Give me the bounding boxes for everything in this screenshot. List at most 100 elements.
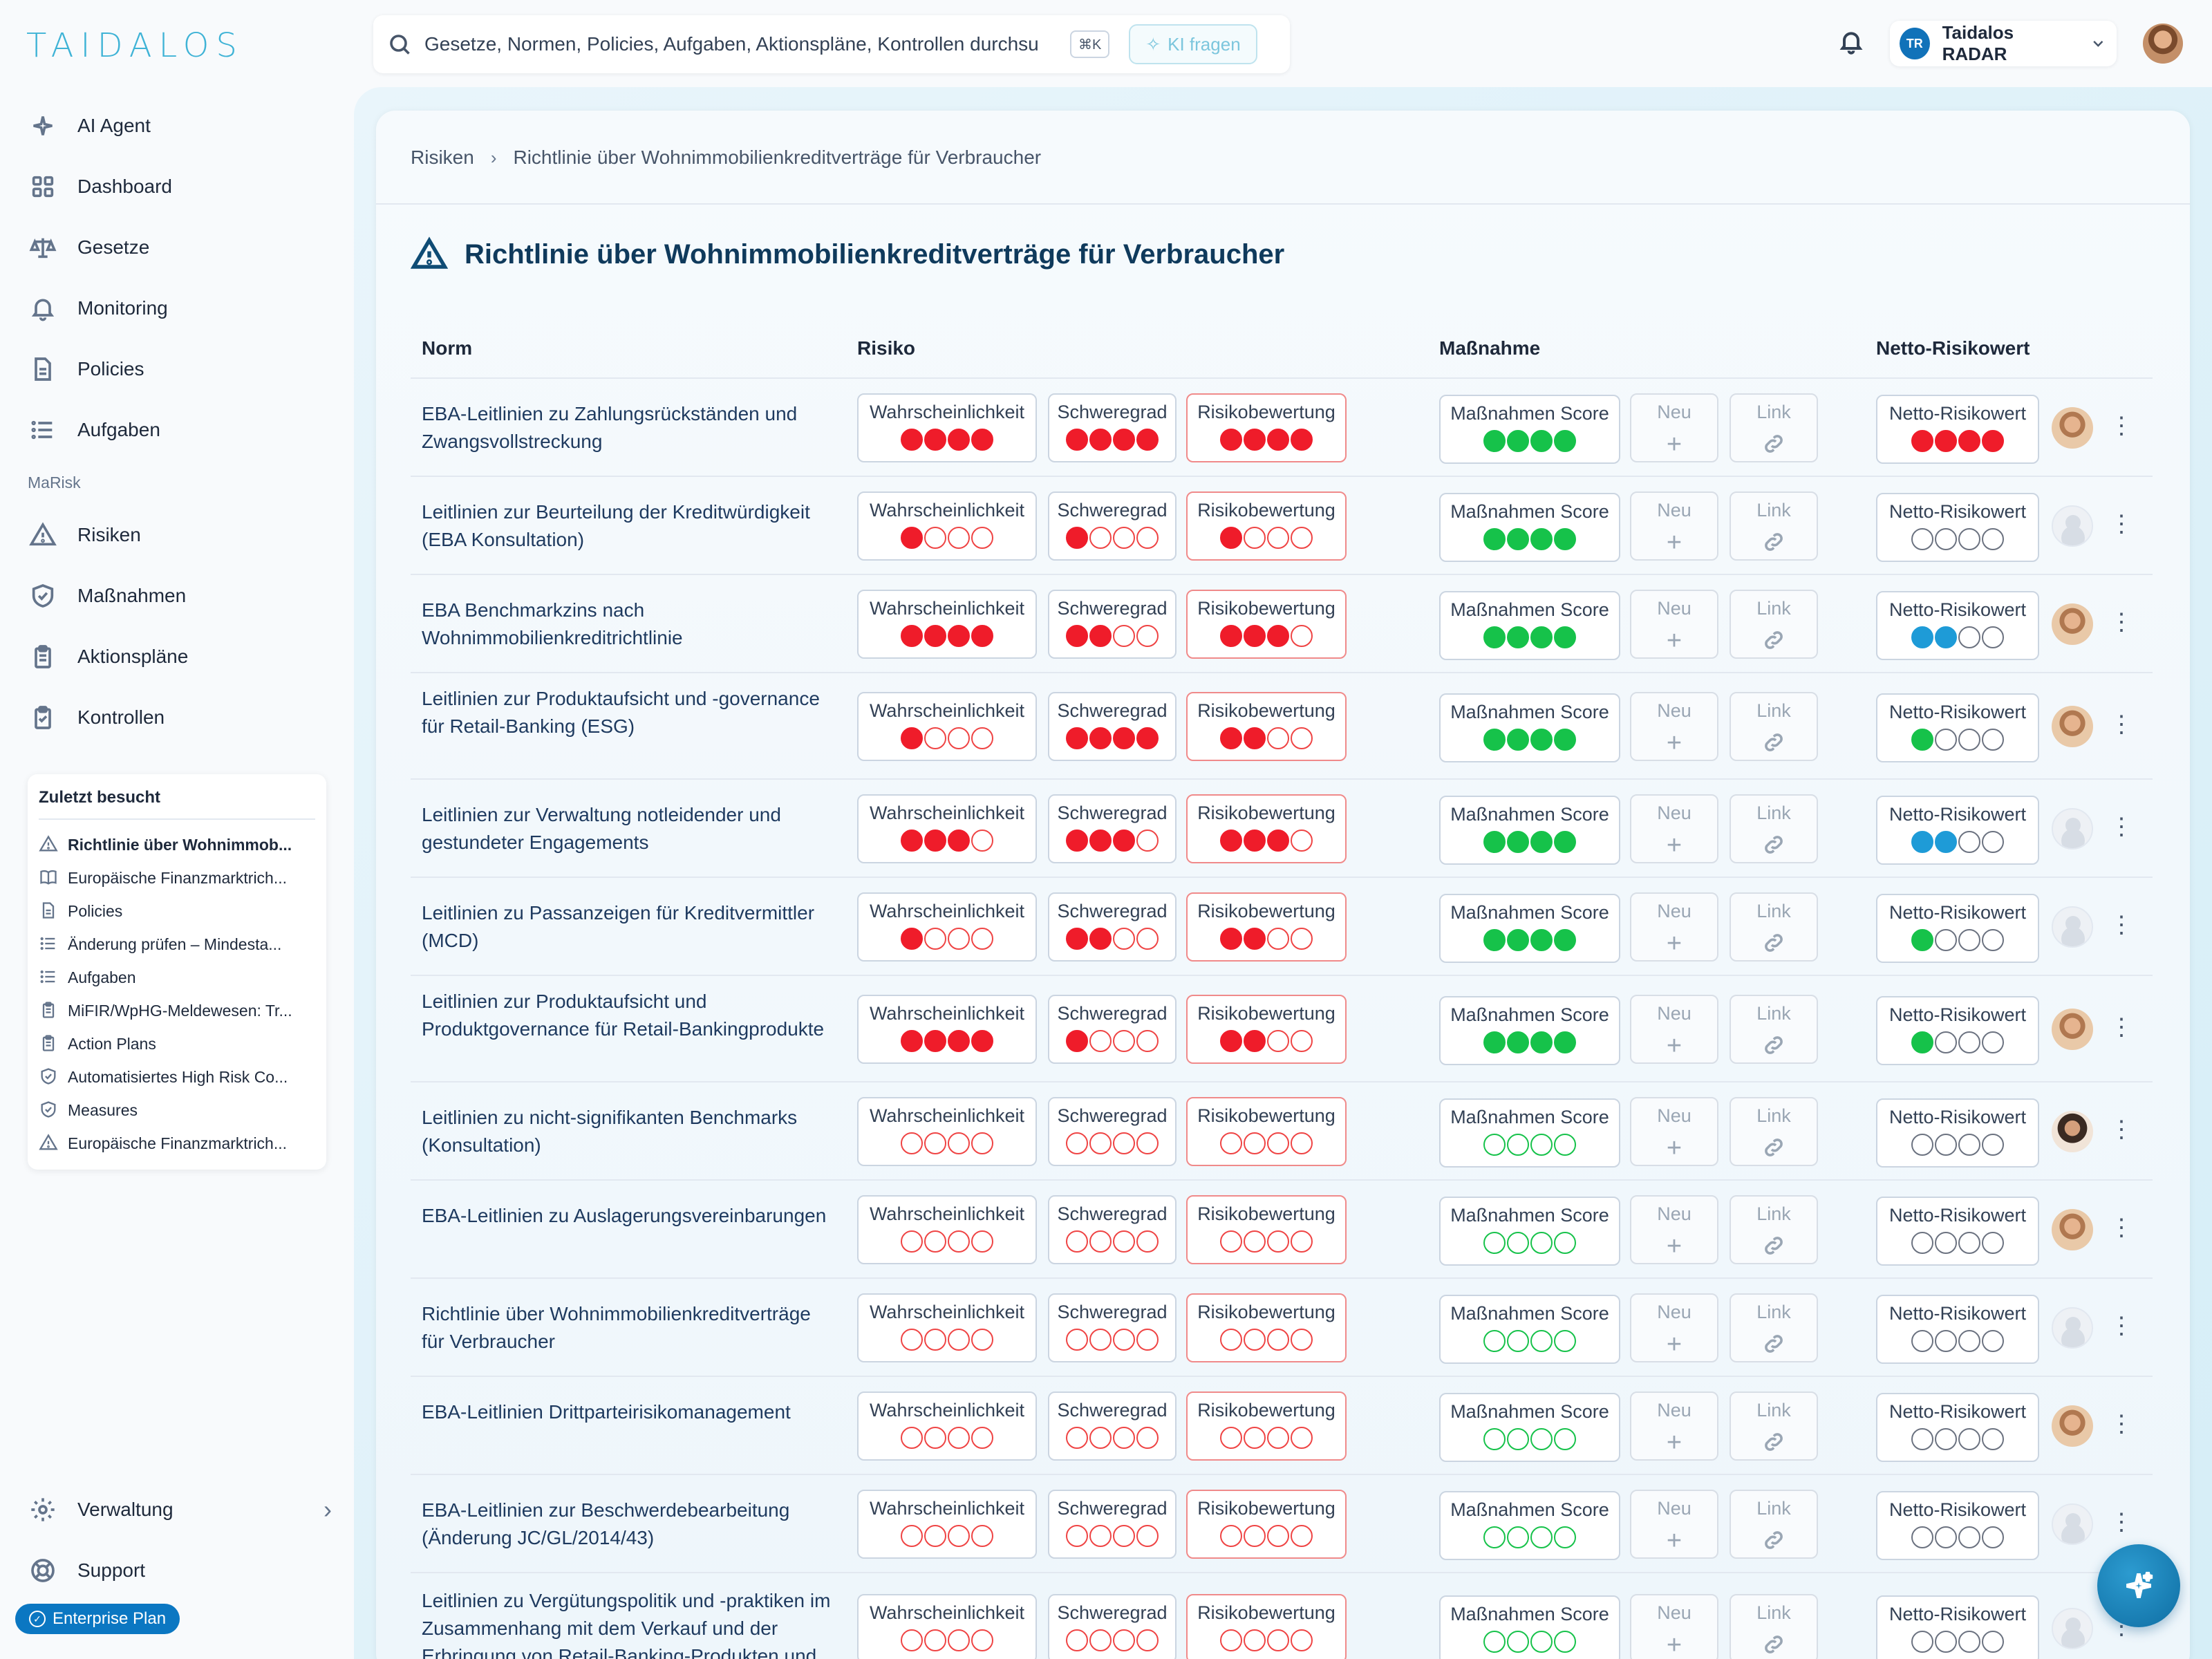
- likelihood-rating[interactable]: Wahrscheinlichkeit: [857, 1097, 1037, 1166]
- risk-assessment-rating[interactable]: Risikobewertung: [1186, 393, 1347, 462]
- measure-score[interactable]: Maßnahmen Score: [1439, 894, 1620, 963]
- risk-assessment-rating[interactable]: Risikobewertung: [1186, 590, 1347, 659]
- table-row[interactable]: Leitlinien zu Vergütungspolitik und -pra…: [411, 1573, 2153, 1659]
- table-row[interactable]: Leitlinien zu nicht-signifikanten Benchm…: [411, 1082, 2153, 1181]
- owner-avatar[interactable]: [2052, 603, 2093, 645]
- more-options-icon[interactable]: ⋮: [2110, 1216, 2133, 1239]
- new-measure-button[interactable]: Neu +: [1630, 1391, 1718, 1461]
- recent-item[interactable]: Action Plans: [39, 1027, 315, 1060]
- ask-ai-button[interactable]: ✧ KI fragen: [1129, 24, 1257, 64]
- measure-score[interactable]: Maßnahmen Score: [1439, 1197, 1620, 1266]
- likelihood-rating[interactable]: Wahrscheinlichkeit: [857, 794, 1037, 863]
- logo[interactable]: TAIDALOS: [26, 25, 244, 66]
- link-measure-button[interactable]: Link: [1730, 1391, 1818, 1461]
- link-measure-button[interactable]: Link: [1730, 491, 1818, 561]
- new-measure-button[interactable]: Neu +: [1630, 491, 1718, 561]
- norm-link[interactable]: EBA-Leitlinien zu Zahlungsrückständen un…: [422, 400, 836, 456]
- ai-assistant-button[interactable]: [2097, 1544, 2180, 1627]
- risk-assessment-rating[interactable]: Risikobewertung: [1186, 491, 1347, 561]
- user-avatar[interactable]: [2143, 24, 2183, 64]
- more-options-icon[interactable]: ⋮: [2110, 414, 2133, 438]
- likelihood-rating[interactable]: Wahrscheinlichkeit: [857, 1594, 1037, 1659]
- recent-item[interactable]: Policies: [39, 894, 315, 928]
- norm-link[interactable]: Leitlinien zur Beurteilung der Kreditwür…: [422, 498, 836, 554]
- owner-avatar[interactable]: [2052, 1209, 2093, 1250]
- more-options-icon[interactable]: ⋮: [2110, 1015, 2133, 1039]
- severity-rating[interactable]: Schweregrad: [1048, 1195, 1177, 1264]
- norm-link[interactable]: EBA Benchmarkzins nach Wohnimmobilienkre…: [422, 597, 836, 652]
- net-risk-score[interactable]: Netto-Risikowert: [1876, 493, 2039, 562]
- table-row[interactable]: Leitlinien zur Produktaufsicht und -gove…: [411, 673, 2153, 780]
- net-risk-score[interactable]: Netto-Risikowert: [1876, 591, 2039, 660]
- owner-avatar[interactable]: [2052, 1111, 2093, 1152]
- owner-avatar[interactable]: [2052, 1009, 2093, 1050]
- table-row[interactable]: EBA-Leitlinien zu Zahlungsrückständen un…: [411, 379, 2153, 477]
- recent-item[interactable]: Measures: [39, 1094, 315, 1127]
- table-row[interactable]: Leitlinien zur Verwaltung notleidender u…: [411, 780, 2153, 878]
- severity-rating[interactable]: Schweregrad: [1048, 393, 1177, 462]
- likelihood-rating[interactable]: Wahrscheinlichkeit: [857, 1391, 1037, 1461]
- table-row[interactable]: Leitlinien zur Produktaufsicht und Produ…: [411, 976, 2153, 1082]
- table-row[interactable]: Leitlinien zu Passanzeigen für Kreditver…: [411, 878, 2153, 976]
- measure-score[interactable]: Maßnahmen Score: [1439, 591, 1620, 660]
- more-options-icon[interactable]: ⋮: [2110, 610, 2133, 634]
- more-options-icon[interactable]: ⋮: [2110, 815, 2133, 838]
- more-options-icon[interactable]: ⋮: [2110, 1314, 2133, 1338]
- likelihood-rating[interactable]: Wahrscheinlichkeit: [857, 995, 1037, 1064]
- risk-assessment-rating[interactable]: Risikobewertung: [1186, 995, 1347, 1064]
- measure-score[interactable]: Maßnahmen Score: [1439, 1595, 1620, 1659]
- measure-score[interactable]: Maßnahmen Score: [1439, 1491, 1620, 1560]
- measure-score[interactable]: Maßnahmen Score: [1439, 1393, 1620, 1462]
- owner-avatar[interactable]: [2052, 1405, 2093, 1447]
- recent-item[interactable]: Europäische Finanzmarktrich...: [39, 861, 315, 894]
- recent-item[interactable]: Europäische Finanzmarktrich...: [39, 1127, 315, 1160]
- sidebar-item-aktionsplane[interactable]: Aktionspläne: [28, 626, 332, 687]
- net-risk-score[interactable]: Netto-Risikowert: [1876, 996, 2039, 1065]
- norm-link[interactable]: Leitlinien zu Vergütungspolitik und -pra…: [422, 1587, 836, 1659]
- recent-item[interactable]: Richtlinie über Wohnimmob...: [39, 828, 315, 861]
- likelihood-rating[interactable]: Wahrscheinlichkeit: [857, 1490, 1037, 1559]
- likelihood-rating[interactable]: Wahrscheinlichkeit: [857, 692, 1037, 761]
- owner-avatar[interactable]: [2052, 407, 2093, 449]
- table-row[interactable]: EBA-Leitlinien Drittparteirisikomanageme…: [411, 1377, 2153, 1475]
- norm-link[interactable]: EBA-Leitlinien zur Beschwerdebearbeitung…: [422, 1497, 836, 1552]
- severity-rating[interactable]: Schweregrad: [1048, 1594, 1177, 1659]
- new-measure-button[interactable]: Neu +: [1630, 590, 1718, 659]
- norm-link[interactable]: Leitlinien zur Produktaufsicht und Produ…: [422, 988, 836, 1043]
- likelihood-rating[interactable]: Wahrscheinlichkeit: [857, 393, 1037, 462]
- breadcrumb-risks[interactable]: Risiken: [411, 147, 474, 169]
- risk-assessment-rating[interactable]: Risikobewertung: [1186, 1293, 1347, 1362]
- table-row[interactable]: EBA Benchmarkzins nach Wohnimmobilienkre…: [411, 575, 2153, 673]
- net-risk-score[interactable]: Netto-Risikowert: [1876, 693, 2039, 762]
- norm-link[interactable]: Leitlinien zur Produktaufsicht und -gove…: [422, 685, 836, 740]
- recent-item[interactable]: MiFIR/WpHG-Meldewesen: Tr...: [39, 994, 315, 1027]
- owner-avatar[interactable]: [2052, 906, 2093, 948]
- owner-avatar[interactable]: [2052, 505, 2093, 547]
- norm-link[interactable]: EBA-Leitlinien zu Auslagerungsvereinbaru…: [422, 1202, 836, 1230]
- link-measure-button[interactable]: Link: [1730, 1293, 1818, 1362]
- more-options-icon[interactable]: ⋮: [2110, 1412, 2133, 1436]
- new-measure-button[interactable]: Neu +: [1630, 892, 1718, 962]
- more-options-icon[interactable]: ⋮: [2110, 913, 2133, 937]
- measure-score[interactable]: Maßnahmen Score: [1439, 693, 1620, 762]
- link-measure-button[interactable]: Link: [1730, 1097, 1818, 1166]
- table-row[interactable]: Leitlinien zur Beurteilung der Kreditwür…: [411, 477, 2153, 575]
- notifications-button[interactable]: [1837, 28, 1871, 61]
- norm-link[interactable]: EBA-Leitlinien Drittparteirisikomanageme…: [422, 1398, 836, 1426]
- link-measure-button[interactable]: Link: [1730, 692, 1818, 761]
- owner-avatar[interactable]: [2052, 706, 2093, 747]
- new-measure-button[interactable]: Neu +: [1630, 393, 1718, 462]
- user-menu[interactable]: TR Taidalos RADAR: [1890, 21, 2117, 66]
- more-options-icon[interactable]: ⋮: [2110, 713, 2133, 736]
- likelihood-rating[interactable]: Wahrscheinlichkeit: [857, 590, 1037, 659]
- link-measure-button[interactable]: Link: [1730, 995, 1818, 1064]
- recent-item[interactable]: Automatisiertes High Risk Co...: [39, 1060, 315, 1094]
- norm-link[interactable]: Richtlinie über Wohnimmobilienkreditvert…: [422, 1300, 836, 1356]
- severity-rating[interactable]: Schweregrad: [1048, 1391, 1177, 1461]
- measure-score[interactable]: Maßnahmen Score: [1439, 395, 1620, 464]
- new-measure-button[interactable]: Neu +: [1630, 1097, 1718, 1166]
- enterprise-plan-badge[interactable]: ✓ Enterprise Plan: [15, 1604, 180, 1634]
- risk-assessment-rating[interactable]: Risikobewertung: [1186, 1195, 1347, 1264]
- severity-rating[interactable]: Schweregrad: [1048, 1097, 1177, 1166]
- likelihood-rating[interactable]: Wahrscheinlichkeit: [857, 1293, 1037, 1362]
